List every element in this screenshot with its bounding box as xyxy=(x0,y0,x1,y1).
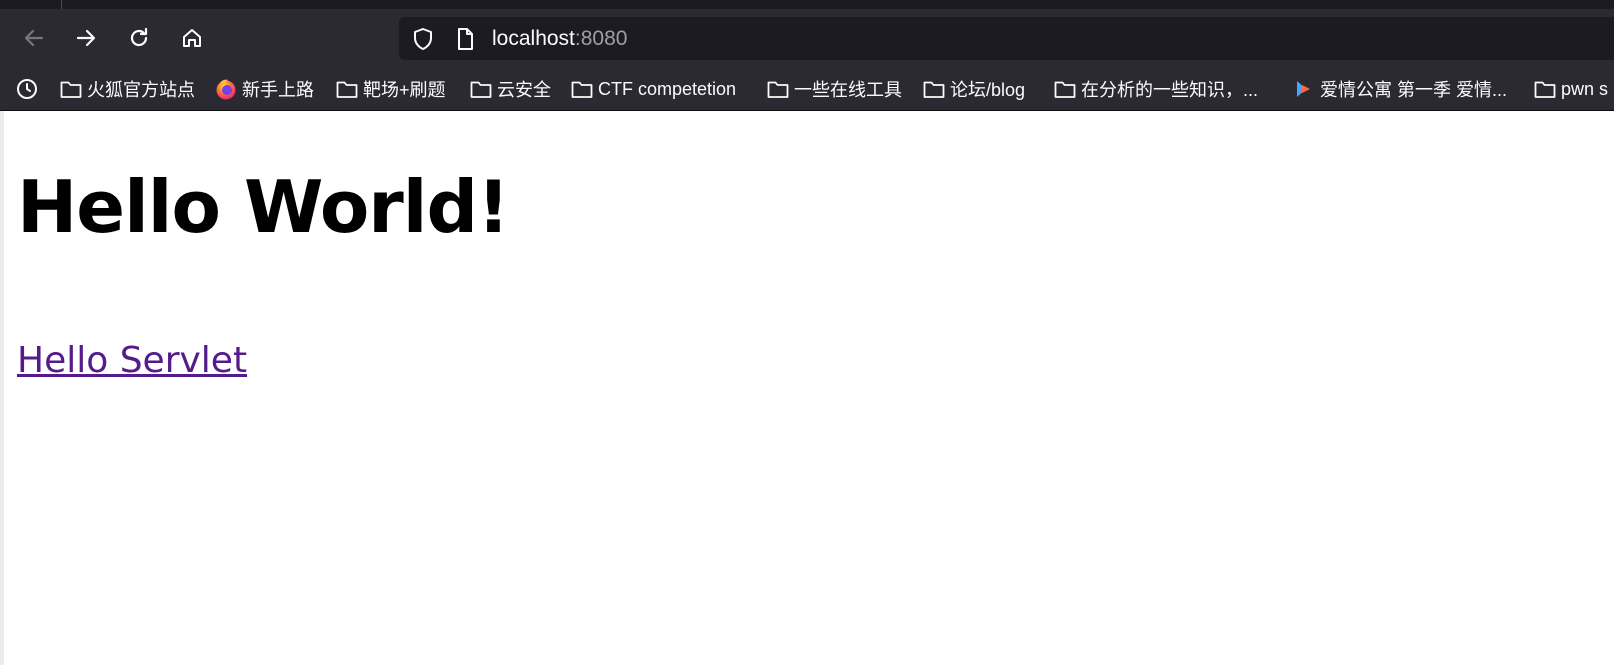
navigation-toolbar: localhost:8080 xyxy=(0,9,1614,68)
browser-window: localhost:8080 火狐官方站点 新手上路 靶场+刷题 云安全 CTF… xyxy=(0,0,1614,665)
firefox-logo-icon xyxy=(214,77,238,101)
bookmark-label: 云安全 xyxy=(497,80,551,100)
folder-icon xyxy=(570,77,594,101)
reload-icon xyxy=(130,27,148,47)
bookmark-folder-firefox-official[interactable]: 火狐官方站点 xyxy=(59,76,195,102)
bookmark-folder-ctf[interactable]: CTF competetion xyxy=(570,76,736,102)
page-heading: Hello World! xyxy=(17,165,510,249)
address-bar[interactable]: localhost:8080 xyxy=(399,17,1614,60)
bookmark-folder-forum-blog[interactable]: 论坛/blog xyxy=(922,76,1025,102)
bookmark-label: 火狐官方站点 xyxy=(87,80,195,100)
bookmark-folder-cloud-security[interactable]: 云安全 xyxy=(469,76,551,102)
url-host: localhost xyxy=(492,27,575,50)
bookmark-label: 一些在线工具 xyxy=(794,80,902,100)
folder-icon xyxy=(335,77,359,101)
folder-icon xyxy=(1053,77,1077,101)
bookmark-label: 论坛/blog xyxy=(950,80,1026,100)
bookmark-label: 靶场+刷题 xyxy=(363,80,446,100)
bookmark-folder-range-practice[interactable]: 靶场+刷题 xyxy=(335,76,446,102)
bookmark-label: CTF competetion xyxy=(598,78,737,99)
bookmark-label: 新手上路 xyxy=(242,80,314,100)
bookmark-history[interactable] xyxy=(15,76,43,102)
forward-arrow-icon xyxy=(76,29,96,47)
history-clock-icon xyxy=(15,77,39,101)
bookmark-folder-analysis-knowledge[interactable]: 在分析的一些知识，... xyxy=(1053,76,1258,102)
bookmark-getting-started[interactable]: 新手上路 xyxy=(214,76,314,102)
bookmark-ipartment[interactable]: 爱情公寓 第一季 爱情... xyxy=(1292,76,1507,102)
bookmark-folder-online-tools[interactable]: 一些在线工具 xyxy=(766,76,902,102)
bookmark-label: 爱情公寓 第一季 爱情... xyxy=(1320,80,1508,100)
folder-icon xyxy=(766,77,790,101)
reload-button[interactable] xyxy=(122,21,156,55)
forward-button[interactable] xyxy=(69,21,103,55)
hello-servlet-link[interactable]: Hello Servlet xyxy=(17,339,247,383)
folder-icon xyxy=(922,77,946,101)
back-button[interactable] xyxy=(17,21,51,55)
bookmark-label: pwn s xyxy=(1561,78,1609,99)
home-button[interactable] xyxy=(175,21,209,55)
folder-icon xyxy=(59,77,83,101)
tab-strip xyxy=(0,0,1614,9)
folder-icon xyxy=(469,77,493,101)
video-play-icon xyxy=(1292,77,1316,101)
url-port: :8080 xyxy=(574,27,628,50)
shield-icon[interactable] xyxy=(411,27,435,51)
tab-divider xyxy=(61,0,62,9)
folder-icon xyxy=(1533,77,1557,101)
page-content: Hello World! Hello Servlet xyxy=(0,111,1614,665)
page-icon[interactable] xyxy=(453,27,477,51)
back-arrow-icon xyxy=(24,29,44,47)
bookmark-label: 在分析的一些知识，... xyxy=(1081,80,1259,100)
url-text[interactable]: localhost:8080 xyxy=(492,27,627,51)
page-edge xyxy=(0,111,4,665)
bookmarks-toolbar: 火狐官方站点 新手上路 靶场+刷题 云安全 CTF competetion 一些… xyxy=(0,68,1614,111)
bookmark-folder-pwn[interactable]: pwn s xyxy=(1533,76,1608,102)
home-icon xyxy=(183,29,201,47)
